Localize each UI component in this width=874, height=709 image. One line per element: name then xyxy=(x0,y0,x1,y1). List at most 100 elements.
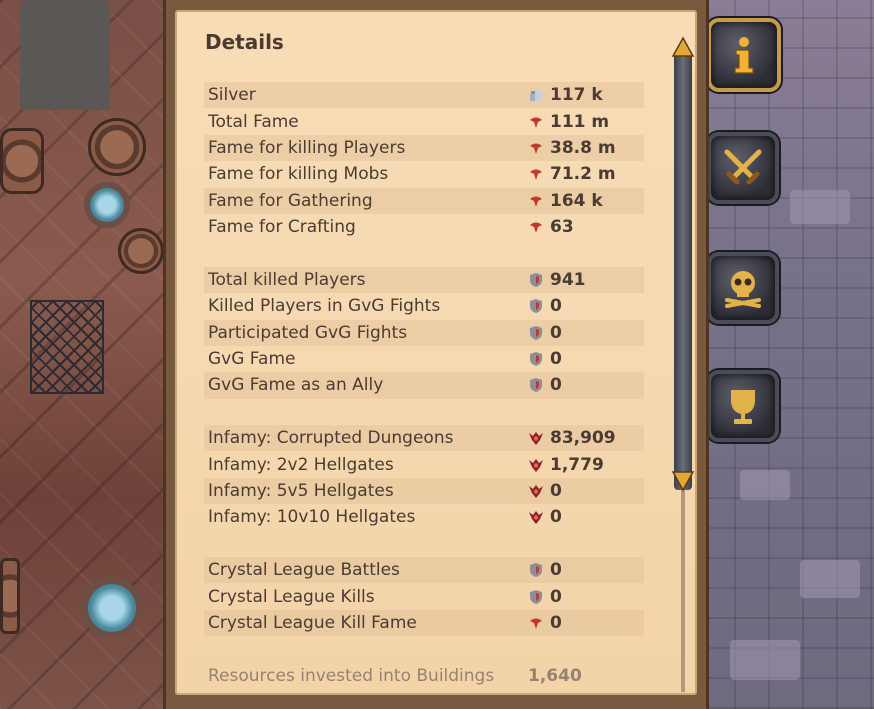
stat-label: Silver xyxy=(208,85,256,106)
stat-row-crystal-battles: Crystal League Battles 0 xyxy=(204,557,644,584)
barrel xyxy=(0,128,44,194)
well xyxy=(84,182,130,228)
details-panel: Details Silver 117 k Total Fame 111 m Fa… xyxy=(163,0,709,709)
stat-value: 164 k xyxy=(528,191,603,211)
stat-label: Infamy: Corrupted Dungeons xyxy=(208,428,454,449)
details-panel-body: Details Silver 117 k Total Fame 111 m Fa… xyxy=(175,10,697,695)
stat-row-infamy-5v5: Infamy: 5v5 Hellgates 0 xyxy=(204,477,644,505)
crossed-swords-icon xyxy=(724,149,762,185)
stat-value: 71.2 m xyxy=(528,164,616,184)
stone xyxy=(790,190,850,224)
barrel xyxy=(88,118,146,176)
stat-value: 0 xyxy=(528,587,562,607)
silver-icon xyxy=(530,90,541,102)
stats-list: Silver 117 k Total Fame 111 m Fame for k… xyxy=(204,82,644,689)
scrollbar-thumb[interactable] xyxy=(674,52,692,490)
deaths-button[interactable] xyxy=(707,252,779,324)
stat-value: 0 xyxy=(528,481,562,501)
stat-row-crystal-kill-fame: Crystal League Kill Fame 0 xyxy=(204,609,644,637)
fame-icon xyxy=(530,143,542,154)
stat-row-gvg-fame: GvG Fame 0 xyxy=(204,346,644,372)
game-world-right xyxy=(700,0,874,709)
stat-label: Participated GvG Fights xyxy=(208,322,408,343)
stat-row-infamy-corrupted: Infamy: Corrupted Dungeons 83,909 xyxy=(204,425,644,452)
stat-value: 0 xyxy=(528,323,562,343)
barrel xyxy=(0,558,20,634)
stat-value: 0 xyxy=(528,375,562,395)
info-button[interactable] xyxy=(707,18,781,92)
game-world-left xyxy=(0,0,168,709)
stat-row-infamy-10v10: Infamy: 10v10 Hellgates 0 xyxy=(204,504,644,530)
stat-value: 63 xyxy=(528,217,574,237)
stat-label: Fame for Crafting xyxy=(208,217,356,238)
shield-icon xyxy=(530,352,542,367)
stat-label: Fame for killing Players xyxy=(208,137,406,158)
stat-value: 0 xyxy=(528,507,562,527)
stat-label: Total Fame xyxy=(208,111,299,132)
stat-label: Killed Players in GvG Fights xyxy=(208,296,441,317)
stone xyxy=(740,470,790,500)
stat-row-fame-killing-players: Fame for killing Players 38.8 m xyxy=(204,134,644,162)
infamy-icon xyxy=(529,458,543,472)
stat-label: Crystal League Battles xyxy=(208,560,400,581)
stat-label: GvG Fame xyxy=(208,349,296,370)
stat-label: GvG Fame as an Ally xyxy=(208,375,384,396)
stat-value: 117 k xyxy=(528,85,603,105)
fame-icon xyxy=(530,222,542,234)
shield-icon xyxy=(530,272,542,287)
infamy-icon xyxy=(529,432,543,446)
shield-icon xyxy=(530,325,542,340)
stone xyxy=(800,560,860,598)
scroll-down-arrow-icon[interactable] xyxy=(671,470,695,492)
stat-value: 0 xyxy=(528,349,562,369)
stat-label: Infamy: 5v5 Hellgates xyxy=(208,481,394,502)
fame-icon xyxy=(530,169,542,181)
skull-crossbones-icon xyxy=(725,271,761,308)
fame-icon xyxy=(530,196,542,207)
infamy-icon xyxy=(529,511,543,525)
stat-value: 1,640 xyxy=(528,665,582,686)
shield-icon xyxy=(530,299,542,314)
stat-label: Total killed Players xyxy=(208,269,366,290)
combat-button[interactable] xyxy=(707,132,779,204)
panel-title: Details xyxy=(205,30,284,54)
shield-icon xyxy=(530,378,542,393)
stat-label: Fame for killing Mobs xyxy=(208,164,389,185)
stat-row-participated-gvg: Participated GvG Fights 0 xyxy=(204,319,644,346)
fame-icon xyxy=(530,618,542,629)
stat-value: 941 xyxy=(528,270,586,290)
stat-row-killed-players-gvg: Killed Players in GvG Fights 0 xyxy=(204,293,644,319)
stat-value: 0 xyxy=(528,613,562,633)
stat-row-fame-crafting: Fame for Crafting 63 xyxy=(204,214,644,240)
stat-row-total-killed-players: Total killed Players 941 xyxy=(204,266,644,294)
stat-value: 38.8 m xyxy=(528,138,616,158)
stone xyxy=(730,640,800,680)
scroll-up-arrow-icon[interactable] xyxy=(671,36,695,58)
stat-row-silver: Silver 117 k xyxy=(204,82,644,109)
trophy-icon xyxy=(731,390,755,424)
statue xyxy=(20,0,110,110)
info-icon xyxy=(734,37,754,74)
shield-icon xyxy=(530,589,542,604)
stat-value: 1,779 xyxy=(528,455,604,475)
stat-label: Infamy: 2v2 Hellgates xyxy=(208,454,394,475)
stat-value: 0 xyxy=(528,296,562,316)
stat-row-infamy-2v2: Infamy: 2v2 Hellgates 1,779 xyxy=(204,451,644,477)
stat-value: 111 m xyxy=(528,112,609,132)
barrel xyxy=(118,228,164,274)
achievements-button[interactable] xyxy=(707,370,779,442)
stat-label: Fame for Gathering xyxy=(208,190,373,211)
stat-label: Crystal League Kill Fame xyxy=(208,613,417,633)
stat-row-resources-invested: Resources invested into Buildings 1,640 xyxy=(204,663,644,689)
stat-label: Crystal League Kills xyxy=(208,586,375,607)
stat-value: 83,909 xyxy=(528,428,616,448)
cage xyxy=(30,300,104,394)
stat-label: Resources invested into Buildings xyxy=(208,665,495,686)
infamy-icon xyxy=(529,485,543,499)
stat-value: 0 xyxy=(528,560,562,580)
stat-row-gvg-fame-ally: GvG Fame as an Ally 0 xyxy=(204,372,644,399)
